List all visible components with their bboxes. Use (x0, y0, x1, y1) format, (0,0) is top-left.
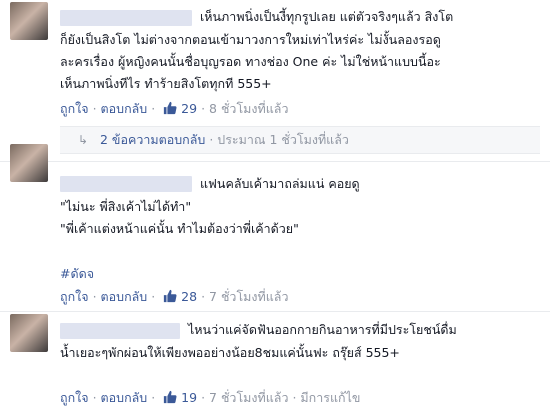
comment-text-line: "พี่เค้าแต่งหน้าแค่นั้น ทำไมต้องว่าพี่เค… (60, 221, 299, 236)
separator-dot: · (201, 390, 210, 405)
avatar[interactable] (10, 144, 48, 182)
like-count[interactable]: 29 (159, 101, 201, 116)
comment-actions: ถูกใจ · ตอบกลับ · 19 · 7 ชั่วโมงที่แล้ว … (60, 389, 360, 407)
edited-label[interactable]: มีการแก้ไข (300, 390, 360, 405)
commenter-name[interactable] (60, 10, 192, 26)
separator-dot: · (201, 289, 210, 304)
comment-actions: ถูกใจ · ตอบกลับ · 29 · 8 ชั่วโมงที่แล้ว (60, 100, 288, 118)
timestamp[interactable]: 8 ชั่วโมงที่แล้ว (209, 101, 288, 116)
replies-bar[interactable]: ↳ 2 ข้อความตอบกลับ · ประมาณ 1 ชั่วโมงที่… (60, 126, 540, 154)
separator-dot: · (92, 289, 101, 304)
thumbs-up-icon (164, 390, 177, 404)
divider (0, 311, 550, 312)
thumbs-up-icon (164, 101, 177, 115)
comment-text-line: ไหนว่าแค่จัดฟันออกกายกินอาหารที่มีประโยช… (188, 322, 457, 337)
separator-dot: · (151, 390, 160, 405)
separator-dot: · (92, 390, 101, 405)
like-link[interactable]: ถูกใจ (60, 289, 89, 304)
view-replies-link[interactable]: 2 ข้อความตอบกลับ (100, 132, 205, 147)
comment-text-line: แฟนคลับเค้ามาถล่มแน่ คอยดู (200, 176, 360, 191)
separator-dot: · (201, 101, 210, 116)
separator-dot: · (92, 101, 101, 116)
comment-text-line: ก็ยังเป็นสิงโต ไม่ต่างจากตอนเข้ามาวงการใ… (60, 32, 441, 47)
like-count[interactable]: 28 (159, 289, 201, 304)
comment-text-line: เห็นภาพนิ่งเป็นงี้ทุกรูปเลย แต่ตัวจริงๆแ… (200, 9, 454, 24)
reply-link[interactable]: ตอบกลับ (101, 289, 148, 304)
commenter-name[interactable] (60, 323, 180, 339)
replies-timestamp: ประมาณ 1 ชั่วโมงที่แล้ว (217, 132, 349, 147)
timestamp[interactable]: 7 ชั่วโมงที่แล้ว (209, 289, 288, 304)
like-link[interactable]: ถูกใจ (60, 101, 89, 116)
reply-link[interactable]: ตอบกลับ (101, 101, 148, 116)
reply-arrow-icon: ↳ (78, 133, 89, 147)
comment-text-line: ละครเรื่อง ผู้หญิงคนนั้นชื่อบุญรอด ทางช่… (60, 54, 441, 69)
avatar[interactable] (10, 314, 48, 352)
comment-actions: ถูกใจ · ตอบกลับ · 28 · 7 ชั่วโมงที่แล้ว (60, 288, 288, 306)
divider (0, 161, 550, 162)
reply-link[interactable]: ตอบกลับ (101, 390, 148, 405)
comment-text-line: "ไม่นะ พี่สิงเค้าไม่ได้ทำ" (60, 199, 192, 214)
commenter-name[interactable] (60, 176, 192, 192)
comment-text-line: เห็นภาพนิ่งทีไร ทำร้ายสิงโตทุกที 555+ (60, 76, 272, 91)
comment-text-line: น้ำเยอะๆพักผ่อนให้เพียงพออย่างน้อย8ชมแค่… (60, 345, 400, 360)
avatar[interactable] (10, 2, 48, 40)
hashtag-link[interactable]: #ดัดจ (60, 264, 94, 283)
separator-dot: · (151, 289, 160, 304)
like-link[interactable]: ถูกใจ (60, 390, 89, 405)
like-count[interactable]: 19 (159, 390, 201, 405)
timestamp[interactable]: 7 ชั่วโมงที่แล้ว (209, 390, 288, 405)
thumbs-up-icon (164, 289, 177, 303)
separator-dot: · (151, 101, 160, 116)
